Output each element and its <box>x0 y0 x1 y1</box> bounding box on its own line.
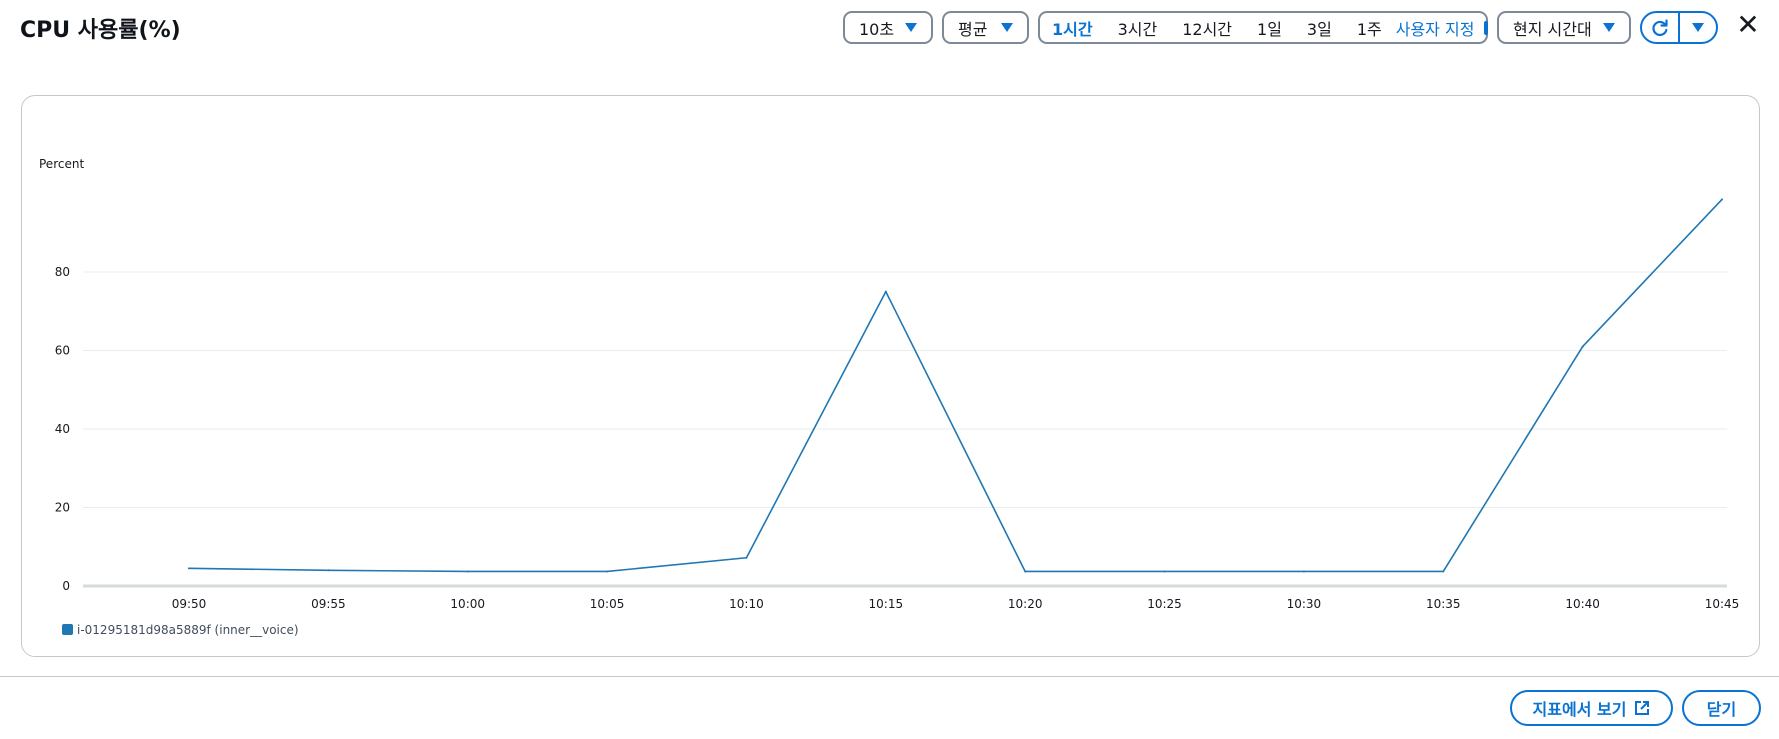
data-point <box>606 570 609 573</box>
data-point <box>188 567 190 570</box>
x-tick-label: 09:55 <box>311 597 346 611</box>
x-tick-label: 10:40 <box>1565 597 1600 611</box>
data-point <box>1024 570 1027 573</box>
close-icon[interactable]: ✕ <box>1735 10 1761 40</box>
range-option-1h[interactable]: 1시간 <box>1052 16 1093 40</box>
x-tick-label: 10:30 <box>1287 597 1322 611</box>
x-tick-label: 10:20 <box>1008 597 1043 611</box>
caret-down-icon <box>1692 23 1704 32</box>
x-tick-label: 10:10 <box>729 597 764 611</box>
range-option-3h[interactable]: 3시간 <box>1118 16 1158 40</box>
caret-down-icon <box>905 23 917 32</box>
y-tick-label: 20 <box>55 501 70 515</box>
external-link-icon <box>1635 701 1650 715</box>
period-select[interactable]: 10초 <box>843 11 933 44</box>
x-tick-label: 10:25 <box>1147 597 1182 611</box>
custom-range-button[interactable]: 사용자 지정 <box>1396 16 1475 40</box>
page-title: CPU 사용률(%) <box>20 18 181 43</box>
data-point <box>1442 570 1445 573</box>
refresh-icon <box>1652 18 1668 36</box>
statistic-select[interactable]: 평균 <box>942 11 1029 44</box>
y-axis-label: Percent <box>39 157 84 171</box>
y-tick-label: 0 <box>62 579 70 593</box>
view-in-metrics-label: 지표에서 보기 <box>1532 700 1627 719</box>
refresh-options-button[interactable] <box>1680 13 1716 42</box>
data-point <box>884 290 887 293</box>
caret-down-icon <box>1603 23 1615 32</box>
y-tick-label: 40 <box>55 422 70 436</box>
x-tick-label: 10:35 <box>1426 597 1461 611</box>
range-option-1w[interactable]: 1주 <box>1357 16 1382 40</box>
range-option-1d[interactable]: 1일 <box>1257 16 1282 40</box>
statistic-value: 평균 <box>958 19 988 39</box>
timezone-select[interactable]: 현지 시간대 <box>1497 11 1631 44</box>
x-tick-label: 10:05 <box>590 597 625 611</box>
period-value: 10초 <box>859 19 895 39</box>
data-point <box>1581 345 1584 348</box>
range-option-12h[interactable]: 12시간 <box>1182 16 1232 40</box>
caret-down-icon <box>1001 23 1013 32</box>
data-point <box>745 556 748 559</box>
data-point <box>466 570 469 573</box>
refresh-split-button <box>1640 11 1718 44</box>
x-tick-label: 09:50 <box>172 597 207 611</box>
cpu-line-chart: Percent 0 20 40 60 80 09:50 09:55 10:00 10:05 10… <box>39 157 1740 637</box>
chart-panel: Percent 0 20 40 60 80 09:50 09:55 10:00 10:05 10… <box>21 95 1760 657</box>
x-tick-label: 10:00 <box>450 597 485 611</box>
x-tick-label: 10:15 <box>869 597 904 611</box>
y-tick-label: 60 <box>55 344 70 358</box>
data-point <box>1163 570 1166 573</box>
y-tick-label: 80 <box>55 265 70 279</box>
data-point <box>1721 198 1723 201</box>
timezone-value: 현지 시간대 <box>1513 19 1592 39</box>
x-tick-label: 10:45 <box>1705 597 1740 611</box>
legend-entry[interactable]: i-01295181d98a5889f (inner__voice) <box>77 623 299 637</box>
legend-swatch <box>62 624 73 635</box>
range-option-3d[interactable]: 3일 <box>1307 16 1332 40</box>
calendar-icon[interactable] <box>1484 20 1489 35</box>
time-range-selector: 1시간 3시간 12시간 1일 3일 1주 사용자 지정 <box>1038 11 1489 44</box>
data-point <box>327 569 330 572</box>
data-point <box>1302 570 1305 573</box>
series-line <box>188 198 1723 573</box>
close-button[interactable]: 닫기 <box>1682 690 1761 726</box>
view-in-metrics-button[interactable]: 지표에서 보기 <box>1510 690 1673 726</box>
refresh-button[interactable] <box>1642 13 1678 42</box>
